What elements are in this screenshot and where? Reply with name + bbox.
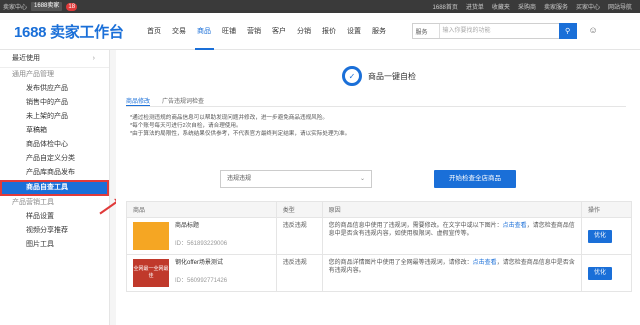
topbar-link[interactable]: 买家中心 (576, 2, 600, 11)
search-box: 服务 输入你要找的功能 ⚲ (411, 23, 577, 39)
filter-select[interactable]: 违规违规 ⌄ (220, 170, 372, 188)
sidebar-item[interactable]: 样品设置 (0, 210, 109, 224)
table-row: 全网最一全网最佳 钢化offer场景测试 ID：560992771426 违反违规 您的… (126, 254, 632, 292)
nav-item[interactable]: 营销 (242, 13, 267, 50)
reason-text: 您的商品信息中使用了违规词，需要修改。在文字中或以下图片： (328, 223, 503, 229)
nav-item[interactable]: 交易 (167, 13, 192, 50)
tab[interactable]: 商品修改 (126, 96, 151, 106)
nav-item[interactable]: 客户 (267, 13, 292, 50)
topbar-link[interactable]: 1688首页 (433, 2, 458, 11)
nav-item[interactable]: 旺铺 (217, 13, 242, 50)
tab[interactable]: 广告违规词检查 (162, 96, 204, 106)
sidebar-item[interactable]: 销售中的产品 (0, 96, 109, 110)
sidebar-item[interactable]: 视频分享推荐 (0, 224, 109, 238)
search-type-select[interactable]: 服务 (413, 27, 439, 36)
sidebar: 最近使用 › 通用产品管理发布供应产品 销售中的产品 未上架的产品 草稿箱 商品体检中心… (0, 50, 110, 325)
sidebar-group-title: 通用产品管理 (12, 71, 54, 78)
reason-text: 您的商品详情图片中使用了全网最等违规词，请修改： (328, 260, 473, 266)
logo[interactable]: 1688 卖家工作台 (14, 21, 124, 42)
nav-item[interactable]: 服务 (367, 13, 392, 50)
tool-title: 商品一键自检 (368, 71, 416, 81)
product-cell: 全网最一全网最佳 钢化offer场景测试 ID：560992771426 (126, 254, 277, 292)
search-icon: ⚲ (564, 28, 571, 35)
nav-item[interactable]: 首页 (142, 13, 167, 50)
optimize-button[interactable]: 优化 (588, 267, 613, 280)
chevron-down-icon: ⌄ (359, 176, 365, 182)
table-header: 操作 (581, 201, 632, 218)
view-link[interactable]: 点击查看 (473, 260, 497, 266)
main-nav: 首页 交易 商品 旺铺 营销 客户 分销 报价 设置 服务 (142, 13, 392, 50)
account-label[interactable]: 1688卖家 (31, 2, 63, 11)
note-line: *由于算法的局限性，系统结果仅供参考，不代表官方最终判定结果，请以实际处理为准。 (130, 131, 351, 137)
filter-value: 违规违规 (227, 176, 252, 182)
notification-badge[interactable]: 18 (66, 2, 78, 11)
sidebar-item[interactable]: 产品自定义分类 (0, 152, 109, 166)
sidebar-item[interactable]: 未上架的产品 (0, 110, 109, 124)
reason-cell: 您的商品信息中使用了违规词，需要修改。在文字中或以下图片：点击查看，请您检查商品… (321, 217, 583, 255)
topbar-link[interactable]: 进货单 (466, 2, 484, 11)
top-bar-links: 1688首页 进货单 收藏夹 采购商 卖家服务 买家中心 网站导航 (433, 2, 640, 11)
search-input[interactable]: 输入你要找的功能 (438, 24, 559, 38)
nav-item[interactable]: 商品 (192, 13, 217, 50)
check-all-button[interactable]: 开始检查全店商品 (434, 170, 516, 188)
note-line: *每个账号每天可进行2次自检，请合理使用。 (130, 123, 242, 129)
table-header: 类型 (275, 201, 323, 218)
view-link[interactable]: 点击查看 (503, 223, 527, 229)
nav-item[interactable]: 设置 (342, 13, 367, 50)
seller-center-label[interactable]: 卖家中心 (3, 2, 27, 11)
results-table: 商品 类型 原因 操作 商品标题 ID：561893229006 违反违规 您的商品信息中使… (126, 201, 632, 292)
sidebar-recent-label: 最近使用 (12, 55, 40, 62)
sidebar-item[interactable]: 草稿箱 (0, 124, 109, 138)
search-button[interactable]: ⚲ (558, 23, 577, 39)
sidebar-item[interactable]: 发布供应产品 (0, 82, 109, 96)
main-panel: ✓ 商品一键自检 商品修改 广告违规词检查 *通过检测违规的商品信息可以帮助发现问… (116, 50, 640, 325)
action-cell: 优化 (581, 217, 632, 255)
chevron-right-icon: › (92, 55, 95, 62)
topbar-link[interactable]: 网站导航 (608, 2, 632, 11)
optimize-button[interactable]: 优化 (588, 230, 613, 243)
reason-cell: 您的商品详情图片中使用了全网最等违规词，请修改：点击查看，请您检查商品信息中是否… (321, 254, 583, 292)
note-line: *通过检测违规的商品信息可以帮助发现问题并修改，进一步避免商品违规风险。 (130, 115, 328, 121)
type-cell: 违反违规 (275, 217, 323, 255)
topbar-link[interactable]: 卖家服务 (544, 2, 568, 11)
header: 1688 卖家工作台 首页 交易 商品 旺铺 营销 客户 分销 报价 设置 服务 服务 输入你要找… (0, 13, 640, 50)
table-row: 商品标题 ID：561893229006 违反违规 您的商品信息中使用了违规词，需要修… (126, 217, 632, 255)
nav-item[interactable]: 报价 (317, 13, 342, 50)
scan-icon: ✓ (342, 66, 362, 86)
sidebar-group-title: 产品营销工具 (12, 199, 54, 206)
tabs: 商品修改 广告违规词检查 (126, 96, 626, 107)
product-cell: 商品标题 ID：561893229006 (126, 217, 277, 255)
table-header: 商品 (126, 201, 277, 218)
sidebar-item[interactable]: 产品库商品发布 (0, 166, 109, 180)
product-thumbnail[interactable] (133, 222, 169, 250)
sidebar-recent[interactable]: 最近使用 › (0, 50, 109, 68)
notes: *通过检测违规的商品信息可以帮助发现问题并修改，进一步避免商品违规风险。 *每个账… (130, 114, 630, 138)
topbar-link[interactable]: 收藏夹 (492, 2, 510, 11)
action-cell: 优化 (581, 254, 632, 292)
table-header: 原因 (321, 201, 583, 218)
user-icon[interactable]: ☺ (589, 25, 601, 37)
nav-item[interactable]: 分销 (292, 13, 317, 50)
topbar-link[interactable]: 采购商 (518, 2, 536, 11)
sidebar-item[interactable]: 图片工具 (0, 238, 109, 252)
product-thumbnail[interactable]: 全网最一全网最佳 (133, 259, 169, 287)
sidebar-item[interactable]: 商品体检中心 (0, 138, 109, 152)
tool-header: ✓ 商品一键自检 (342, 66, 416, 86)
top-bar: 卖家中心 1688卖家 18 1688首页 进货单 收藏夹 采购商 卖家服务 买家中心 网站… (0, 0, 640, 13)
type-cell: 违反违规 (275, 254, 323, 292)
sidebar-item[interactable]: 商品自查工具 (0, 180, 109, 196)
